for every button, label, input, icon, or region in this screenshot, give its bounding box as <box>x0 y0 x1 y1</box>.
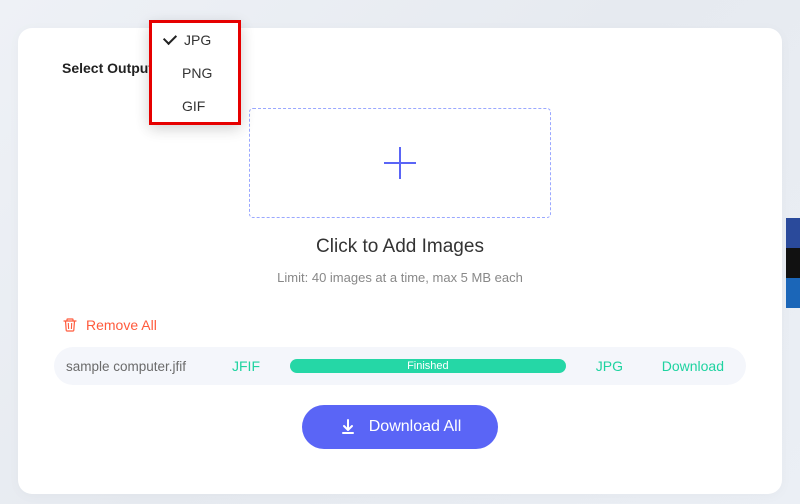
format-option-png[interactable]: PNG <box>152 56 238 89</box>
remove-all-button[interactable]: Remove All <box>86 317 157 333</box>
file-target-format: JPG <box>596 358 636 374</box>
side-tab[interactable] <box>786 218 800 248</box>
download-all-label: Download All <box>369 418 462 436</box>
file-source-format: JFIF <box>232 358 274 374</box>
limit-text: Limit: 40 images at a time, max 5 MB eac… <box>54 270 746 285</box>
download-icon <box>339 418 357 436</box>
file-name: sample computer.jfif <box>66 359 216 374</box>
add-images-dropzone[interactable] <box>249 108 551 218</box>
progress-status: Finished <box>290 359 566 373</box>
progress-bar: Finished <box>290 359 566 373</box>
converter-card: Select Output Click to Add Images Limit:… <box>18 28 782 494</box>
side-tab[interactable] <box>786 278 800 308</box>
download-file-button[interactable]: Download <box>662 358 724 374</box>
side-tab[interactable] <box>786 248 800 278</box>
trash-icon <box>62 317 78 333</box>
format-dropdown[interactable]: JPG PNG GIF <box>149 20 241 125</box>
add-images-title: Click to Add Images <box>54 236 746 258</box>
select-output-label: Select Output <box>62 60 153 76</box>
format-option-gif[interactable]: GIF <box>152 89 238 122</box>
format-option-jpg[interactable]: JPG <box>152 23 238 56</box>
plus-icon <box>378 141 422 185</box>
download-all-button[interactable]: Download All <box>302 405 498 449</box>
file-row: sample computer.jfif JFIF Finished JPG D… <box>54 347 746 385</box>
